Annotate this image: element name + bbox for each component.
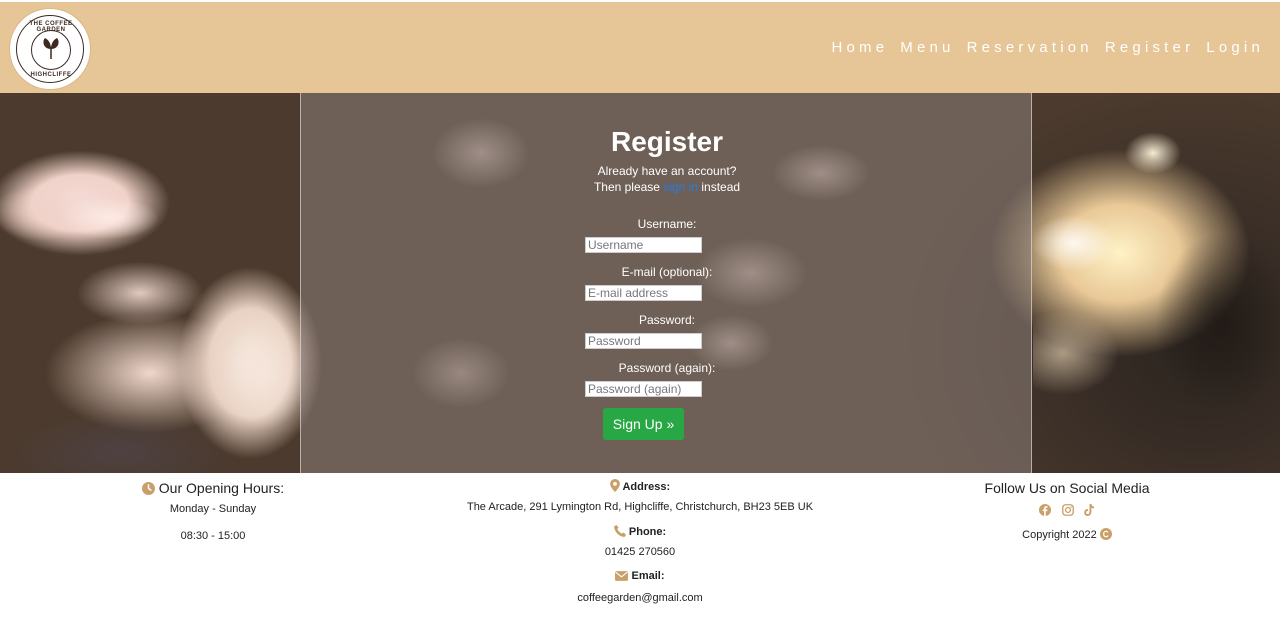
logo-text-bottom: HIGHCLIFFE — [30, 72, 72, 78]
signin-prefix: Then please — [593, 180, 664, 194]
signin-prompt: Then please sign in instead — [301, 180, 1033, 194]
email-value: coffeegarden@gmail.com — [577, 592, 703, 604]
hours-days: Monday - Sunday — [169, 503, 257, 515]
hero-background: Register Already have an account? Then p… — [0, 93, 1280, 473]
nav-reservation[interactable]: Reservation — [967, 39, 1093, 56]
username-input[interactable] — [585, 237, 702, 253]
email-input[interactable] — [585, 285, 702, 301]
email-label-row: Email: — [426, 570, 854, 582]
signin-link[interactable]: sign in — [663, 180, 698, 194]
tiktok-icon[interactable] — [1084, 501, 1095, 518]
social-icons — [854, 501, 1280, 519]
hours-title: Our Opening Hours: — [158, 480, 285, 496]
clock-icon — [141, 482, 155, 495]
hours-time: 08:30 - 15:00 — [180, 530, 246, 542]
email-label: E-mail (optional): — [621, 265, 713, 279]
phone-label: Phone: — [628, 526, 667, 538]
password-input[interactable] — [585, 333, 702, 349]
account-prompt: Already have an account? — [597, 164, 737, 178]
copyright-row: Copyright 2022 — [854, 528, 1280, 541]
logo-badge: THE COFFEE GARDEN HIGHCLIFFE — [16, 15, 84, 83]
coffee-garden-logo[interactable]: THE COFFEE GARDEN HIGHCLIFFE — [10, 9, 90, 89]
register-panel: Register Already have an account? Then p… — [300, 93, 1032, 473]
phone-label-row: Phone: — [426, 525, 854, 538]
copyright-icon — [1099, 528, 1112, 540]
address-value: The Arcade, 291 Lymington Rd, Highcliffe… — [466, 501, 814, 513]
social-title: Follow Us on Social Media — [984, 480, 1150, 496]
phone-value: 01425 270560 — [604, 546, 676, 558]
nav-menu[interactable]: Menu — [900, 39, 954, 56]
facebook-icon[interactable] — [1039, 501, 1055, 518]
map-pin-icon — [609, 479, 620, 492]
address-label-row: Address: — [426, 479, 854, 493]
site-header: THE COFFEE GARDEN HIGHCLIFFE Home Menu R… — [0, 0, 1280, 93]
address-label: Address: — [622, 481, 671, 493]
password-again-input[interactable] — [585, 381, 702, 397]
hours-title-row: Our Opening Hours: — [0, 480, 426, 496]
email-label: Email: — [631, 570, 665, 582]
nav-login[interactable]: Login — [1206, 39, 1264, 56]
instagram-icon[interactable] — [1061, 501, 1078, 518]
site-footer: Our Opening Hours: Monday - Sunday 08:30… — [0, 473, 1280, 629]
nav-home[interactable]: Home — [831, 39, 888, 56]
signup-button[interactable]: Sign Up » — [603, 408, 684, 440]
password-again-label: Password (again): — [618, 361, 716, 375]
hero-photo-left — [0, 93, 300, 473]
signin-suffix: instead — [698, 180, 741, 194]
page-title: Register — [610, 126, 724, 157]
username-label: Username: — [637, 217, 697, 231]
phone-icon — [613, 525, 626, 537]
envelope-icon — [615, 571, 629, 581]
leaf-icon — [43, 38, 59, 59]
copyright-text: Copyright 2022 — [1022, 529, 1097, 541]
main-nav: Home Menu Reservation Register Login — [819, 39, 1264, 56]
hero-photo-right — [1033, 93, 1280, 473]
password-label: Password: — [638, 313, 696, 327]
nav-register[interactable]: Register — [1105, 39, 1194, 56]
